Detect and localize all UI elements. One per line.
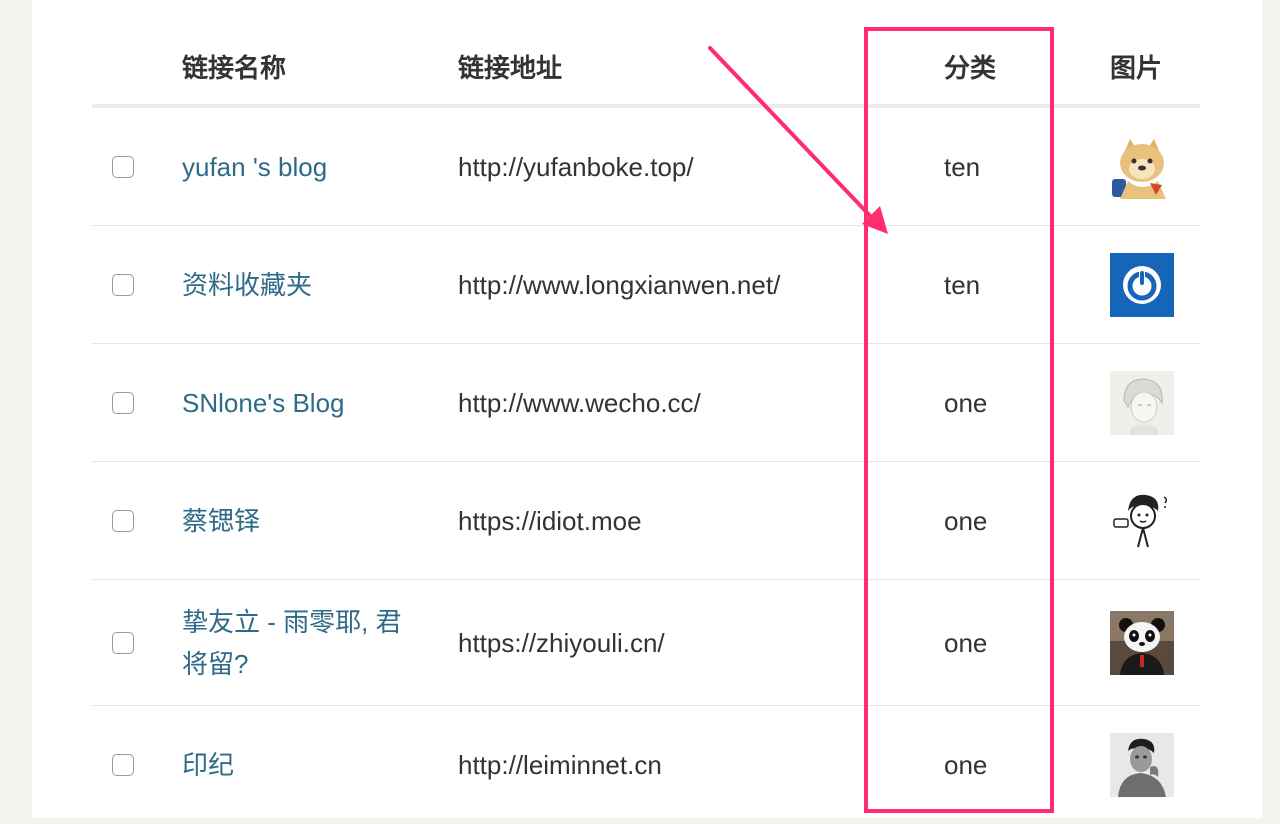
link-name[interactable]: 资料收藏夹 <box>182 226 422 343</box>
header-image: 图片 <box>1110 53 1163 83</box>
link-name[interactable]: 挚友立 - 雨零耶, 君将留? <box>182 580 422 705</box>
panda-avatar-icon <box>1110 610 1174 675</box>
link-category: ten <box>944 151 981 182</box>
header-link-url[interactable]: 链接地址 <box>458 48 562 88</box>
table-header: 链接名称 链接地址 分类 图片 <box>92 0 1200 108</box>
header-category[interactable]: 分类 <box>944 48 996 88</box>
link-url: http://www.longxianwen.net/ <box>458 269 781 300</box>
blue-power-avatar-icon <box>1110 252 1174 317</box>
link-url: https://zhiyouli.cn/ <box>458 627 665 658</box>
table-row: SNlone's Blog http://www.wecho.cc/ one <box>92 344 1200 462</box>
row-checkbox[interactable] <box>112 155 134 178</box>
row-checkbox[interactable] <box>112 391 134 414</box>
anime-sketch-avatar-icon <box>1110 370 1174 435</box>
link-name[interactable]: yufan 's blog <box>182 108 422 225</box>
table-row: 挚友立 - 雨零耶, 君将留? https://zhiyouli.cn/ one <box>92 580 1200 706</box>
link-category: one <box>944 387 988 418</box>
link-category: one <box>944 750 988 780</box>
table-row: 印纪 http://leiminnet.cn one <box>92 706 1200 824</box>
row-checkbox[interactable] <box>112 754 134 776</box>
link-category: one <box>944 505 988 536</box>
link-url: http://yufanboke.top/ <box>458 151 694 182</box>
link-name[interactable]: 蔡锶铎 <box>182 462 422 579</box>
table-row: yufan 's blog http://yufanboke.top/ ten <box>92 108 1200 226</box>
link-url: http://leiminnet.cn <box>458 750 662 780</box>
link-name[interactable]: 印纪 <box>182 706 422 824</box>
link-category: ten <box>944 269 981 300</box>
link-url: http://www.wecho.cc/ <box>458 387 701 418</box>
link-name[interactable]: SNlone's Blog <box>182 344 422 461</box>
table-row: 资料收藏夹 http://www.longxianwen.net/ ten <box>92 226 1200 344</box>
shiba-doge-avatar-icon <box>1110 134 1174 199</box>
row-checkbox[interactable] <box>112 631 134 654</box>
row-checkbox[interactable] <box>112 273 134 296</box>
bw-photo-avatar-icon <box>1110 733 1174 797</box>
cartoon-boy-avatar-icon <box>1110 488 1174 553</box>
header-link-name[interactable]: 链接名称 <box>182 48 286 88</box>
row-checkbox[interactable] <box>112 509 134 532</box>
link-category: one <box>944 627 988 658</box>
link-url: https://idiot.moe <box>458 505 642 536</box>
links-table: 链接名称 链接地址 分类 图片 yufan 's blog http://yuf… <box>92 0 1200 824</box>
table-row: 蔡锶铎 https://idiot.moe one <box>92 462 1200 580</box>
